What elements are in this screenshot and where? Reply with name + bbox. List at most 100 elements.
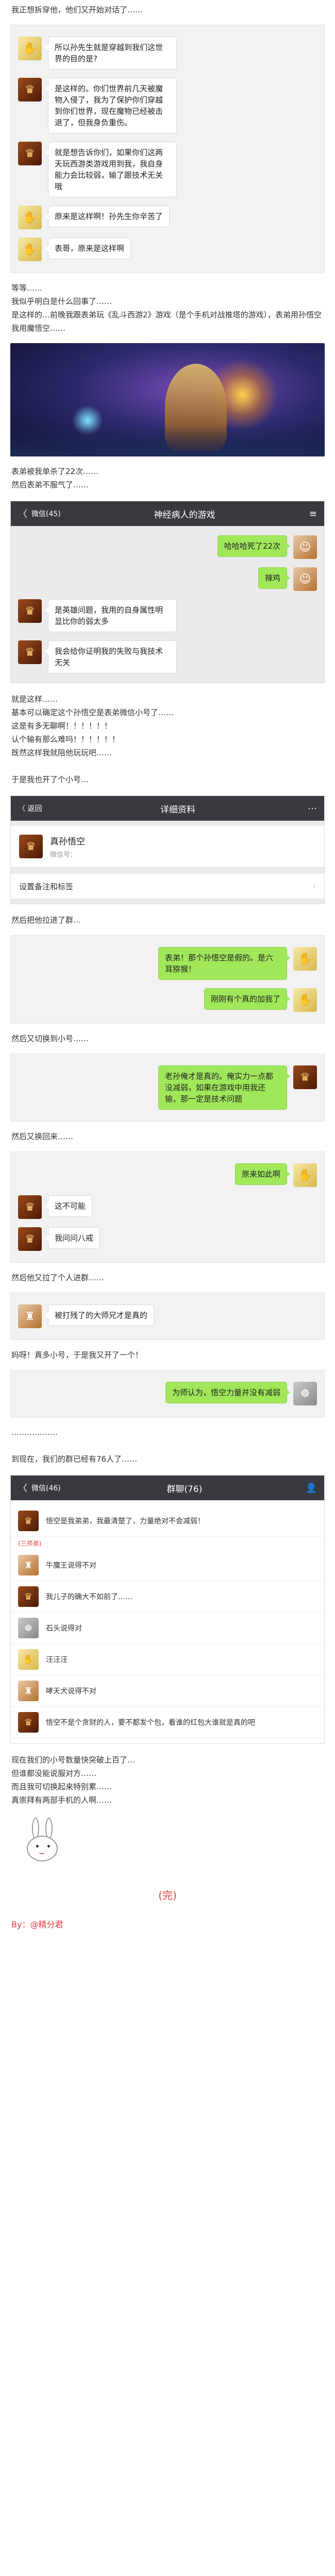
back-arrow-icon[interactable]: 〈 <box>18 507 27 520</box>
group-message-text[interactable]: 石头说得对 <box>46 1623 82 1633</box>
avatar[interactable]: ♛ <box>293 1065 317 1089</box>
set-remark-row[interactable]: 设置备注和标签 › <box>11 874 324 899</box>
group-message: ✋ 汪汪汪 <box>11 1644 324 1675</box>
back-arrow-icon[interactable]: 〈 <box>18 1481 27 1495</box>
narration-6: 然后又切换到小号…… <box>0 1029 335 1048</box>
chat-message: ☺ 辣鸡 <box>11 563 324 595</box>
author-byline: By：@精分君 <box>11 1920 63 1929</box>
chat-screenshot-3: ✋ 表弟！那个孙悟空是假的。是六耳猕猴！ ✋ 刚刚有个真的加我了 <box>10 935 325 1024</box>
profile-card[interactable]: ♛ 真孙悟空 微信号： <box>11 826 324 868</box>
group-title: 群聊(76) <box>166 1484 203 1495</box>
message-bubble[interactable]: 这不可能 <box>44 1195 93 1217</box>
group-info-icon[interactable]: ≡ <box>296 509 317 519</box>
ground-shade <box>10 426 325 456</box>
chat-message: ✋ 表哥，原来是这样啊 <box>11 233 324 265</box>
avatar[interactable]: ☺ <box>293 535 317 559</box>
message-bubble[interactable]: 原来如此啊 <box>234 1163 291 1185</box>
message-bubble[interactable]: 刚刚有个真的加我了 <box>204 988 291 1010</box>
chat-title: 神经病人的游戏 <box>154 510 215 520</box>
narration-line: 然后他又拉了个人进群…… <box>11 1273 105 1282</box>
chat-message: ♛ 是英雄问题，我用的自身属性明显比你的弱太多 <box>11 595 324 636</box>
avatar[interactable]: ♜ <box>18 1304 42 1328</box>
message-bubble[interactable]: 表哥，原来是这样啊 <box>44 238 131 259</box>
rabbit-sticker-image <box>11 1815 73 1872</box>
message-bubble[interactable]: 是这样的。你们世界前几天被魔物入侵了，我为了保护你们穿越到你们世界，现在魔物已经… <box>45 78 177 133</box>
group-message-text[interactable]: 悟空是我弟弟，我最清楚了，力量绝对不会减弱！ <box>46 1516 205 1526</box>
member-avatar[interactable]: ♜ <box>18 1555 39 1575</box>
narration-line: 表弟被我单杀了22次…… <box>11 467 99 476</box>
narration-9: 妈呀！真多小号，于是我又开了一个！ <box>0 1345 335 1365</box>
profile-avatar: ♛ <box>19 835 43 858</box>
group-message-text[interactable]: 牛魔王说得不对 <box>46 1560 96 1570</box>
message-bubble[interactable]: 为师认为，悟空力量并没有减弱 <box>165 1382 291 1403</box>
narration-line: 我正想拆穿他，他们又开始对话了…… <box>11 5 143 14</box>
profile-wechat-id: 微信号： <box>50 851 77 859</box>
narration-line: ……………… <box>11 1428 58 1437</box>
member-avatar[interactable]: ✋ <box>18 1649 39 1670</box>
wechat-chat-window-1: 〈 微信(45) 神经病人的游戏 ≡ ☺ 哈哈哈死了22次 ☺ 辣鸡 ♛ 是英雄问题，我用… <box>10 501 325 683</box>
narration-8: 然后他又拉了个人进群…… <box>0 1268 335 1287</box>
group-message-text[interactable]: 汪汪汪 <box>46 1654 68 1665</box>
avatar[interactable]: ✋ <box>18 238 42 261</box>
group-message-text[interactable]: 悟空不是个贪财的人，要不都发个包，看谁的红包大谁就是真的吧 <box>46 1717 255 1727</box>
message-bubble[interactable]: 原来是这样啊！孙先生你辛苦了 <box>44 206 170 227</box>
narration-line <box>11 759 324 773</box>
avatar[interactable]: ♛ <box>18 142 42 165</box>
article-page: 我正想拆穿他，他们又开始对话了…… ✋ 所以孙先生就是穿越到我们这世界的目的是? ♛… <box>0 0 335 1956</box>
avatar[interactable]: ✋ <box>18 37 42 60</box>
message-bubble[interactable]: 老孙俺才是真的。俺实力一点都没减弱，如果在游戏中用我还输，那一定是技术问题 <box>158 1065 290 1110</box>
member-avatar[interactable]: ☸ <box>18 1618 39 1638</box>
message-bubble[interactable]: 辣鸡 <box>258 567 291 589</box>
chat-screenshot-1: ✋ 所以孙先生就是穿越到我们这世界的目的是? ♛ 是这样的。你们世界前几天被魔物入侵了… <box>10 25 325 273</box>
message-bubble[interactable]: 是英雄问题，我用的自身属性明显比你的弱太多 <box>45 599 177 632</box>
narration-line: 妈呀！真多小号，于是我又开了一个！ <box>11 1350 143 1360</box>
message-bubble[interactable]: 被打残了的大师兄才是真的 <box>44 1304 155 1326</box>
narration-line: 这是有多无聊啊！！！！！！ <box>11 721 112 731</box>
rabbit-eye <box>47 1845 50 1848</box>
group-message-text[interactable]: 我儿子的确大不如前了…… <box>46 1591 132 1602</box>
avatar[interactable]: ☺ <box>293 567 317 591</box>
wechat-profile-window: 〈 返回 详细资料 ⋯ ♛ 真孙悟空 微信号： 设置备注和标签 › <box>10 795 325 904</box>
avatar[interactable]: ✋ <box>293 947 317 971</box>
message-bubble[interactable]: 所以孙先生就是穿越到我们这世界的目的是? <box>45 37 177 70</box>
profile-text: 真孙悟空 微信号： <box>43 834 85 859</box>
message-bubble[interactable]: 我问问八戒 <box>44 1227 100 1249</box>
wechat-unread-count[interactable]: 微信(46) <box>31 1483 73 1493</box>
member-avatar[interactable]: ♛ <box>18 1712 39 1733</box>
group-members-icon[interactable]: 👤 <box>296 1483 317 1494</box>
narration-1: 我正想拆穿他，他们又开始对话了…… <box>0 0 335 20</box>
avatar[interactable]: ♛ <box>18 640 42 664</box>
profile-name: 真孙悟空 <box>50 837 85 847</box>
avatar[interactable]: ✋ <box>18 206 42 229</box>
end-marker: (完) <box>158 1889 177 1902</box>
message-bubble[interactable]: 就是想告诉你们，如果你们这两天玩西游类游戏用到我，我自身能力会比较弱，输了跟技术… <box>45 142 177 197</box>
avatar[interactable]: ✋ <box>293 988 317 1012</box>
avatar[interactable]: ✋ <box>293 1163 317 1187</box>
back-button[interactable]: 〈 返回 <box>18 803 59 814</box>
message-bubble[interactable]: 我会给你证明我的失败与我技术无关 <box>45 640 177 673</box>
avatar[interactable]: ♛ <box>18 599 42 623</box>
chat-message: ✋ 原来如此啊 <box>11 1159 324 1191</box>
group-message-text[interactable]: 哮天犬说得不对 <box>46 1686 96 1696</box>
member-tag: (三师弟) <box>18 1540 42 1547</box>
member-avatar[interactable]: ♜ <box>18 1681 39 1701</box>
group-message: ♜ 牛魔王说得不对 <box>11 1550 324 1581</box>
member-avatar[interactable]: ♛ <box>18 1511 39 1531</box>
avatar[interactable]: ♛ <box>18 1227 42 1251</box>
narration-line: 然后表弟不服气了…… <box>11 480 89 489</box>
member-avatar[interactable]: ♛ <box>18 1586 39 1607</box>
chat-screenshot-4: ♛ 老孙俺才是真的。俺实力一点都没减弱，如果在游戏中用我还输，那一定是技术问题 <box>10 1054 325 1122</box>
chat-screenshot-7: ☸ 为师认为，悟空力量并没有减弱 <box>10 1370 325 1417</box>
narration-11: 现在我们的小号数量快突破上百了… 但谁都没能说服对方…… 而且我可切换起来特别累……… <box>0 1750 335 1810</box>
message-bubble[interactable]: 哈哈哈死了22次 <box>217 535 291 557</box>
narration-line: 既然这样我就陪他玩玩吧…… <box>11 748 112 757</box>
message-bubble[interactable]: 表弟！那个孙悟空是假的。是六耳猕猴！ <box>158 947 290 980</box>
group-message: ♛ 悟空不是个贪财的人，要不都发个包，看谁的红包大谁就是真的吧 <box>11 1707 324 1738</box>
avatar[interactable]: ♛ <box>18 1195 42 1219</box>
avatar[interactable]: ☸ <box>293 1382 317 1405</box>
narration-line: 现在我们的小号数量快突破上百了… <box>11 1755 136 1765</box>
wechat-unread-count[interactable]: 微信(45) <box>31 509 73 519</box>
group-topbar: 〈 微信(46) 群聊(76) 👤 <box>11 1476 324 1500</box>
more-icon[interactable]: ⋯ <box>296 803 317 814</box>
avatar[interactable]: ♛ <box>18 78 42 101</box>
